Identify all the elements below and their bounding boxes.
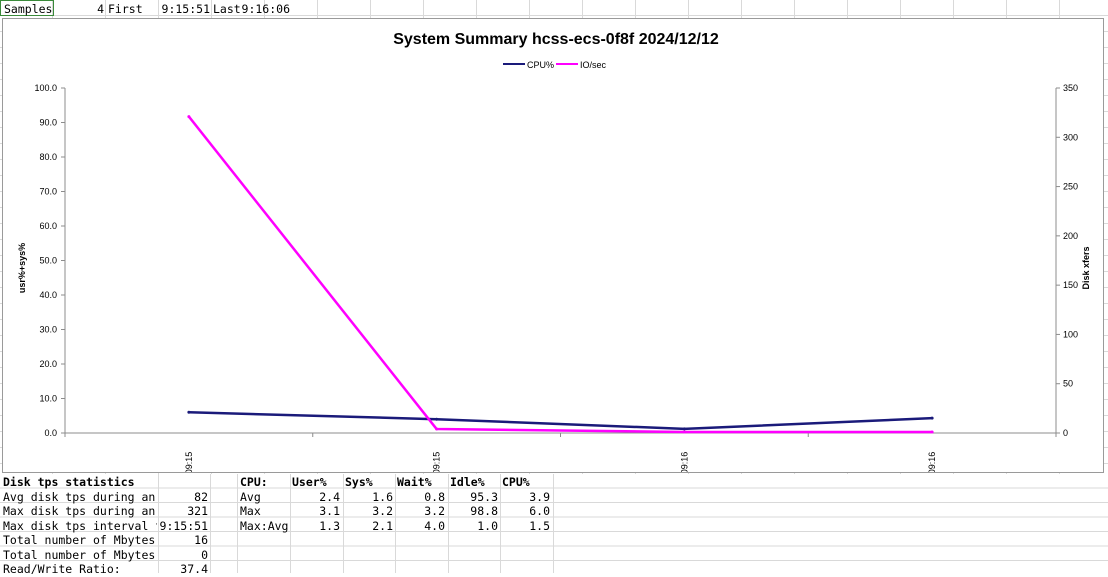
x-tick-label: 09:15 — [184, 452, 194, 472]
last-value-cell[interactable]: 9:16:06 — [240, 1, 290, 17]
chart-canvas: System Summary hcss-ecs-0f8f 2024/12/12 … — [17, 31, 1091, 472]
io-sec-data-point — [187, 115, 191, 119]
disk-stat-label[interactable]: Read/Write Ratio: — [3, 561, 157, 577]
y-right-tick-label: 200 — [1063, 231, 1078, 241]
cpu-value-cell[interactable]: 1.0 — [450, 518, 498, 534]
samples-value-cell[interactable]: 4 — [54, 1, 104, 17]
legend-cpu-label: CPU% — [527, 60, 554, 70]
y-right-tick-label: 0 — [1063, 428, 1068, 438]
cpu-row-label[interactable]: Max:Avg — [240, 518, 288, 534]
io-sec-data-point — [930, 430, 934, 434]
y-axis-left-label: usr%+sys% — [17, 243, 27, 293]
y-left-tick-label: 90.0 — [39, 118, 57, 128]
io-sec-data-point — [435, 427, 439, 431]
y-right-tick-label: 250 — [1063, 182, 1078, 192]
y-left-tick-label: 20.0 — [39, 359, 57, 369]
first-value-cell[interactable]: 9:15:51 — [160, 1, 210, 17]
cpu-data-point — [930, 416, 934, 420]
y-left-tick-label: 100.0 — [34, 83, 57, 93]
y-left-tick-label: 70.0 — [39, 187, 57, 197]
y-left-tick-label: 30.0 — [39, 325, 57, 335]
y-right-tick-label: 100 — [1063, 329, 1078, 339]
cpu-data-point — [435, 417, 439, 421]
y-right-tick-label: 50 — [1063, 379, 1073, 389]
y-right-tick-label: 150 — [1063, 280, 1078, 290]
first-label-cell[interactable]: First — [108, 1, 166, 17]
y-left-tick-label: 10.0 — [39, 394, 57, 404]
chart-legend: CPU% IO/sec — [503, 60, 607, 70]
chart-title: System Summary hcss-ecs-0f8f 2024/12/12 — [393, 31, 719, 48]
io-sec-data-point — [682, 430, 686, 434]
y-left-tick-label: 50.0 — [39, 256, 57, 266]
statistics-section: Disk tps statistics Avg disk tps during … — [0, 474, 1108, 576]
system-summary-chart[interactable]: System Summary hcss-ecs-0f8f 2024/12/12 … — [2, 18, 1104, 473]
cpu-value-cell[interactable]: 4.0 — [397, 518, 445, 534]
legend-io-label: IO/sec — [580, 60, 607, 70]
io-sec-series-line — [187, 115, 933, 434]
cpu-series-line — [188, 411, 933, 431]
cpu-data-point — [682, 427, 686, 431]
y-right-tick-label: 350 — [1063, 83, 1078, 93]
samples-label-cell[interactable]: Samples — [0, 0, 54, 16]
y-left-tick-label: 40.0 — [39, 290, 57, 300]
y-left-tick-label: 80.0 — [39, 152, 57, 162]
y-left-tick-label: 60.0 — [39, 221, 57, 231]
y-right-tick-label: 300 — [1063, 132, 1078, 142]
cpu-value-cell[interactable]: 1.3 — [292, 518, 340, 534]
x-tick-label: 09:15 — [432, 452, 442, 472]
x-tick-label: 09:16 — [927, 452, 937, 472]
y-left-tick-label: 0.0 — [44, 428, 57, 438]
cpu-data-point — [187, 410, 191, 414]
cpu-value-cell[interactable]: 2.1 — [345, 518, 393, 534]
x-tick-label: 09:16 — [679, 452, 689, 472]
cpu-value-cell[interactable]: 1.5 — [502, 518, 550, 534]
disk-stat-value[interactable]: 37.4 — [158, 561, 208, 577]
y-axis-right-label: Disk xfers — [1081, 246, 1091, 289]
